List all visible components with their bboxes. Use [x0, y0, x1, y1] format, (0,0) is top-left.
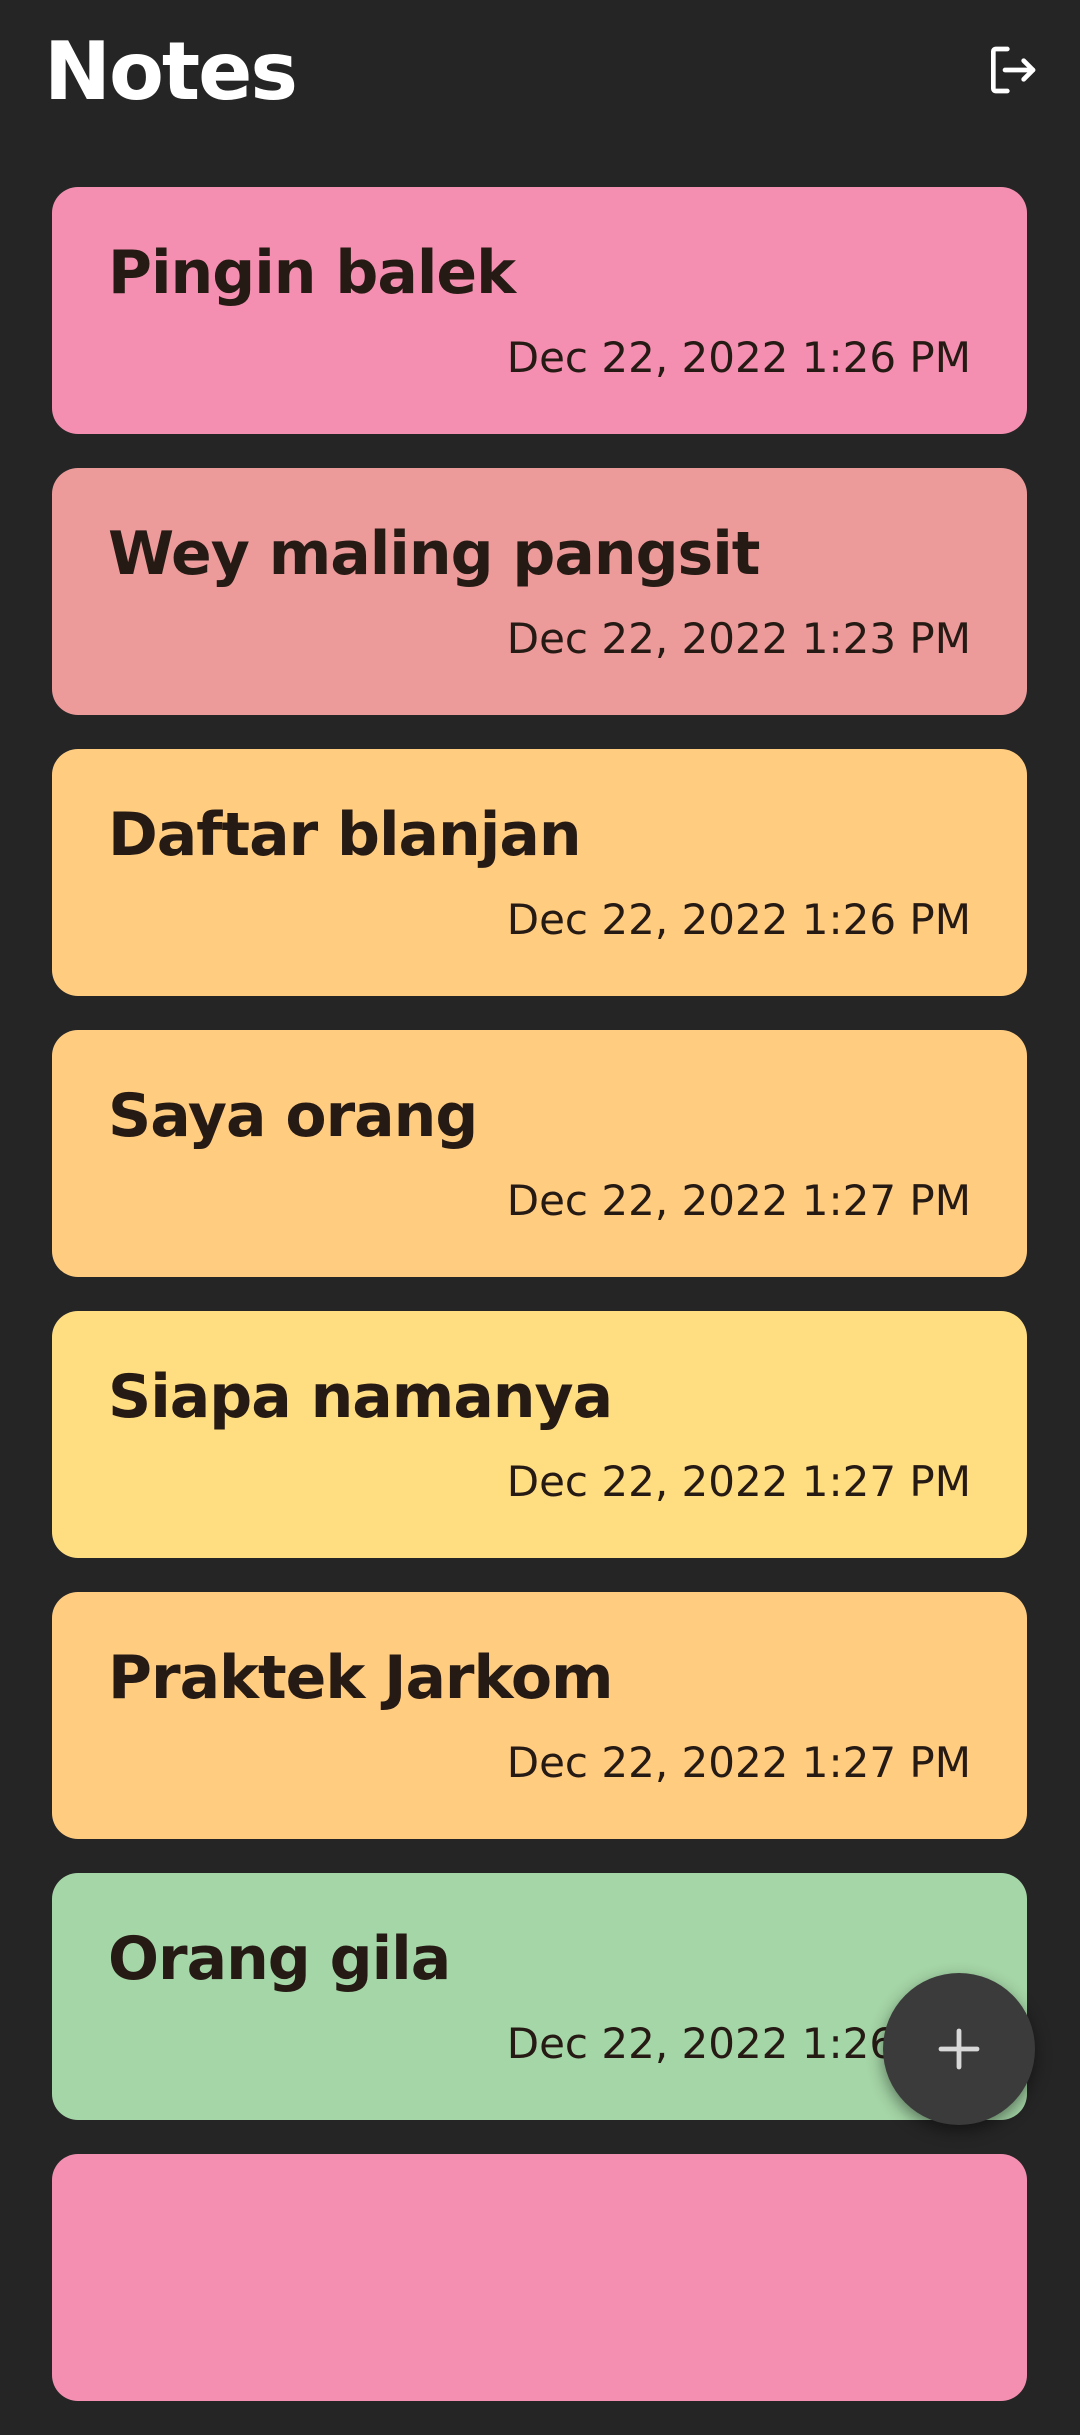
logout-icon: [991, 46, 1036, 94]
note-card[interactable]: Daftar blanjan Dec 22, 2022 1:26 PM: [52, 749, 1027, 996]
note-card[interactable]: Saya orang Dec 22, 2022 1:27 PM: [52, 1030, 1027, 1277]
note-date: Dec 22, 2022 1:23 PM: [506, 614, 971, 663]
note-date: Dec 22, 2022 1:27 PM: [506, 1457, 971, 1506]
note-title: Saya orang: [108, 1081, 478, 1151]
note-title: Pingin balek: [108, 238, 516, 308]
plus-icon: [938, 2028, 980, 2070]
note-date: Dec 22, 2022 1:26 PM: [506, 333, 971, 382]
add-note-button[interactable]: [883, 1973, 1035, 2125]
note-card[interactable]: Pingin balek Dec 22, 2022 1:26 PM: [52, 187, 1027, 434]
note-card[interactable]: Orang gila Dec 22, 2022 1:26 PM: [52, 1873, 1027, 2120]
note-card[interactable]: [52, 2154, 1027, 2401]
app-bar: Notes: [0, 0, 1080, 150]
note-date: Dec 22, 2022 1:27 PM: [506, 1738, 971, 1787]
page-title: Notes: [44, 25, 298, 118]
note-title: Siapa namanya: [108, 1362, 613, 1432]
logout-button[interactable]: [980, 38, 1044, 102]
note-title: Wey maling pangsit: [108, 519, 760, 589]
note-title: Orang gila: [108, 1924, 451, 1994]
note-card[interactable]: Praktek Jarkom Dec 22, 2022 1:27 PM: [52, 1592, 1027, 1839]
note-date: Dec 22, 2022 1:26 PM: [506, 895, 971, 944]
note-card[interactable]: Siapa namanya Dec 22, 2022 1:27 PM: [52, 1311, 1027, 1558]
notes-list: Pingin balek Dec 22, 2022 1:26 PM Wey ma…: [52, 187, 1027, 2435]
note-card[interactable]: Wey maling pangsit Dec 22, 2022 1:23 PM: [52, 468, 1027, 715]
note-date: Dec 22, 2022 1:27 PM: [506, 1176, 971, 1225]
note-title: Daftar blanjan: [108, 800, 582, 870]
note-title: Praktek Jarkom: [108, 1643, 614, 1713]
